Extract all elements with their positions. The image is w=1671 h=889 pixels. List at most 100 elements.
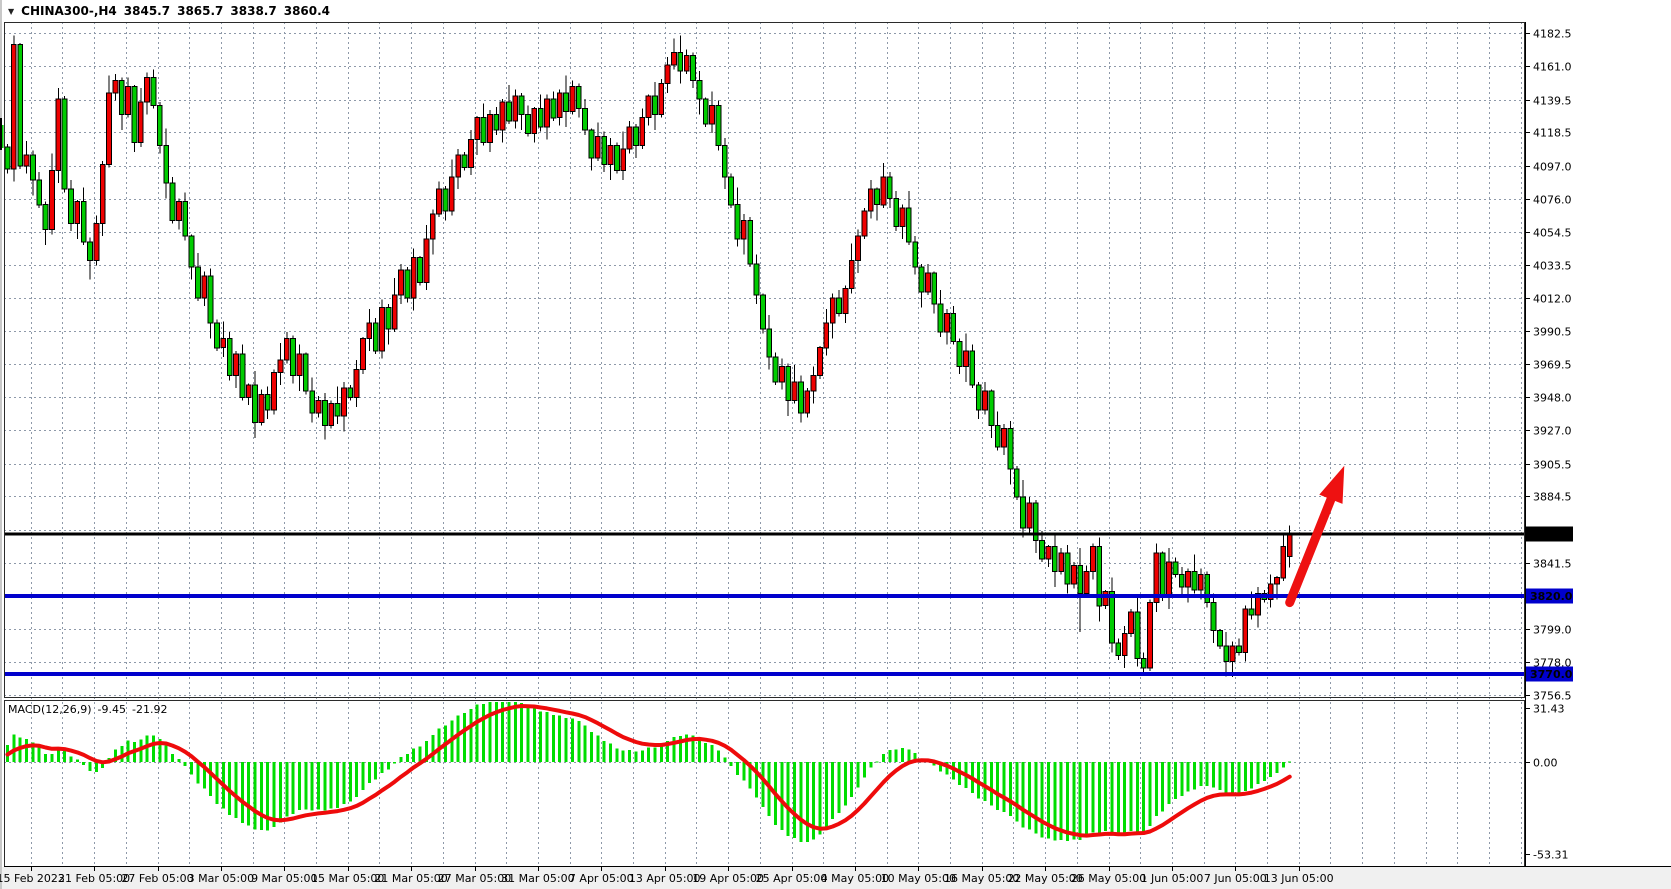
macd-histogram-bar [1168, 762, 1171, 804]
candle-body-bull [843, 289, 848, 314]
macd-histogram-bar [634, 752, 637, 763]
price-axis-label: 3969.5 [1533, 359, 1572, 372]
candle-body-bear [634, 127, 639, 146]
candle-body-bull [830, 298, 835, 323]
macd-histogram-bar [387, 762, 390, 769]
candle [615, 143, 620, 174]
candle-body-bear [310, 391, 315, 413]
collapse-triangle-icon[interactable]: ▼ [8, 7, 14, 16]
candle-body-bull [329, 404, 334, 426]
candle-body-bear [18, 45, 23, 166]
candle-body-bull [856, 236, 861, 261]
candle-body-bear [348, 388, 353, 397]
macd-histogram-bar [653, 747, 656, 762]
macd-histogram-bar [857, 762, 860, 788]
candle-body-bear [196, 267, 201, 298]
macd-histogram-bar [533, 708, 536, 762]
candle-body-bear [386, 307, 391, 329]
candle-body-bear [291, 338, 296, 375]
candle [418, 256, 423, 286]
macd-histogram-bar [400, 757, 403, 762]
candle-body-bull [646, 96, 651, 118]
price-axis-label: 3990.5 [1533, 326, 1572, 339]
candle [761, 293, 766, 333]
candle-body-bear [906, 208, 911, 242]
candle [18, 43, 23, 169]
price-axis-label: 4182.5 [1533, 28, 1572, 41]
candle-body-bull [1186, 572, 1191, 588]
candle-body-bull [126, 87, 131, 115]
candle-body-bear [69, 189, 74, 223]
macd-histogram-bar [317, 762, 320, 810]
macd-histogram-bar [895, 750, 898, 762]
candle-body-bear [373, 323, 378, 351]
time-axis-label: 13 Apr 05:00 [629, 872, 701, 885]
symbol-timeframe-label: CHINA300-,H4 [21, 4, 117, 18]
macd-histogram-bar [1263, 762, 1266, 781]
candle-body-bear [494, 115, 499, 131]
macd-histogram-bar [412, 748, 415, 762]
candle-body-bear [602, 136, 607, 164]
candle-body-bull [1091, 547, 1096, 572]
candle-body-bull [665, 65, 670, 84]
chart-canvas[interactable]: 3860.03820.03770.04182.54161.04139.54118… [0, 0, 1671, 889]
candle-body-bull [805, 391, 810, 413]
price-axis-label: 4033.5 [1533, 260, 1572, 273]
candle [462, 152, 467, 171]
candle-body-bull [672, 52, 677, 64]
candle-body-bull [1072, 565, 1077, 584]
macd-histogram-bar [1276, 762, 1279, 773]
candle-body-bear [837, 298, 842, 314]
candle-body-bear [551, 99, 556, 118]
candle-body-bull [824, 323, 829, 348]
macd-histogram-bar [260, 762, 263, 830]
candle-body-bull [1287, 534, 1292, 557]
macd-histogram-bar [622, 750, 625, 762]
trading-chart-window: 3860.03820.03770.04182.54161.04139.54118… [0, 0, 1671, 889]
candle-body-bear [1116, 643, 1121, 655]
candle [970, 345, 975, 389]
candle [716, 101, 721, 151]
time-axis-label: 31 Mar 05:00 [501, 872, 574, 885]
macd-histogram-bar [1079, 762, 1082, 840]
candle-body-bull [983, 391, 988, 410]
price-axis-label: 4161.0 [1533, 61, 1572, 74]
price-axis-label: 4076.0 [1533, 194, 1572, 207]
macd-histogram-bar [266, 762, 269, 831]
candle-body-bear [164, 146, 169, 183]
candle-body-bull [1230, 646, 1235, 662]
macd-histogram-bar [996, 762, 999, 810]
candle-body-bear [335, 404, 340, 416]
macd-histogram-bar [1187, 762, 1190, 792]
macd-histogram-bar [552, 715, 555, 762]
macd-histogram-bar [1085, 762, 1088, 837]
candle-body-bull [56, 99, 61, 171]
candle-body-bear [576, 87, 581, 109]
candle-body-bull [107, 93, 112, 165]
candle-body-bear [1249, 609, 1254, 615]
macd-histogram-bar [1199, 762, 1202, 786]
macd-histogram-bar [1269, 762, 1272, 777]
candle-body-bull [380, 307, 385, 351]
candle-body-bear [995, 425, 1000, 447]
candle-body-bear [875, 189, 880, 205]
macd-indicator-label: MACD(12,26,9) -9.45 -21.92 [8, 703, 167, 716]
candle-body-bear [1014, 469, 1019, 497]
macd-histogram-bar [1155, 762, 1158, 816]
macd-histogram-bar [863, 762, 866, 778]
macd-histogram-bar [1111, 762, 1114, 834]
macd-histogram-bar [1142, 762, 1145, 832]
candle [659, 79, 664, 118]
candle [227, 332, 232, 380]
candle-body-bear [716, 105, 721, 145]
macd-histogram-bar [1015, 762, 1018, 821]
candle [1154, 544, 1159, 612]
candle-body-bear [265, 394, 270, 410]
candle-body-bear [678, 52, 683, 71]
candle [1148, 600, 1153, 672]
candle [157, 102, 162, 153]
time-axis-label: 19 Apr 05:00 [692, 872, 764, 885]
candle-body-bear [418, 258, 423, 283]
macd-histogram-bar [730, 762, 733, 766]
macd-histogram-bar [831, 762, 834, 819]
